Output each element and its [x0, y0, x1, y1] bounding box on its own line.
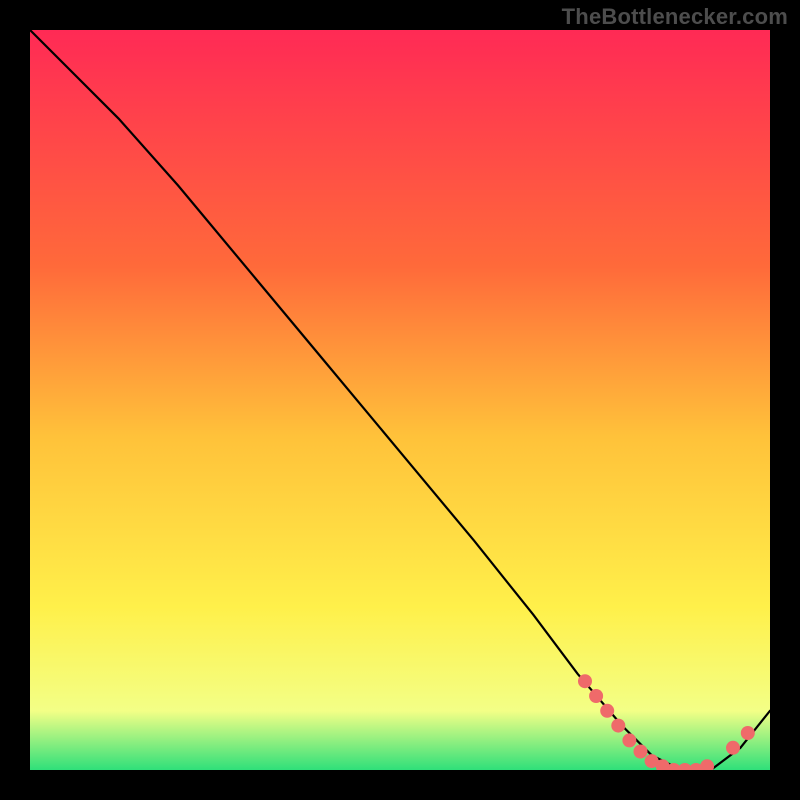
data-marker — [600, 704, 614, 718]
data-marker — [741, 726, 755, 740]
chart-frame: TheBottlenecker.com — [0, 0, 800, 800]
data-marker — [578, 674, 592, 688]
plot-area — [30, 30, 770, 770]
bottleneck-chart — [30, 30, 770, 770]
data-marker — [611, 719, 625, 733]
gradient-background — [30, 30, 770, 770]
data-marker — [726, 741, 740, 755]
watermark-text: TheBottlenecker.com — [562, 4, 788, 30]
data-marker — [634, 745, 648, 759]
data-marker — [589, 689, 603, 703]
data-marker — [622, 733, 636, 747]
